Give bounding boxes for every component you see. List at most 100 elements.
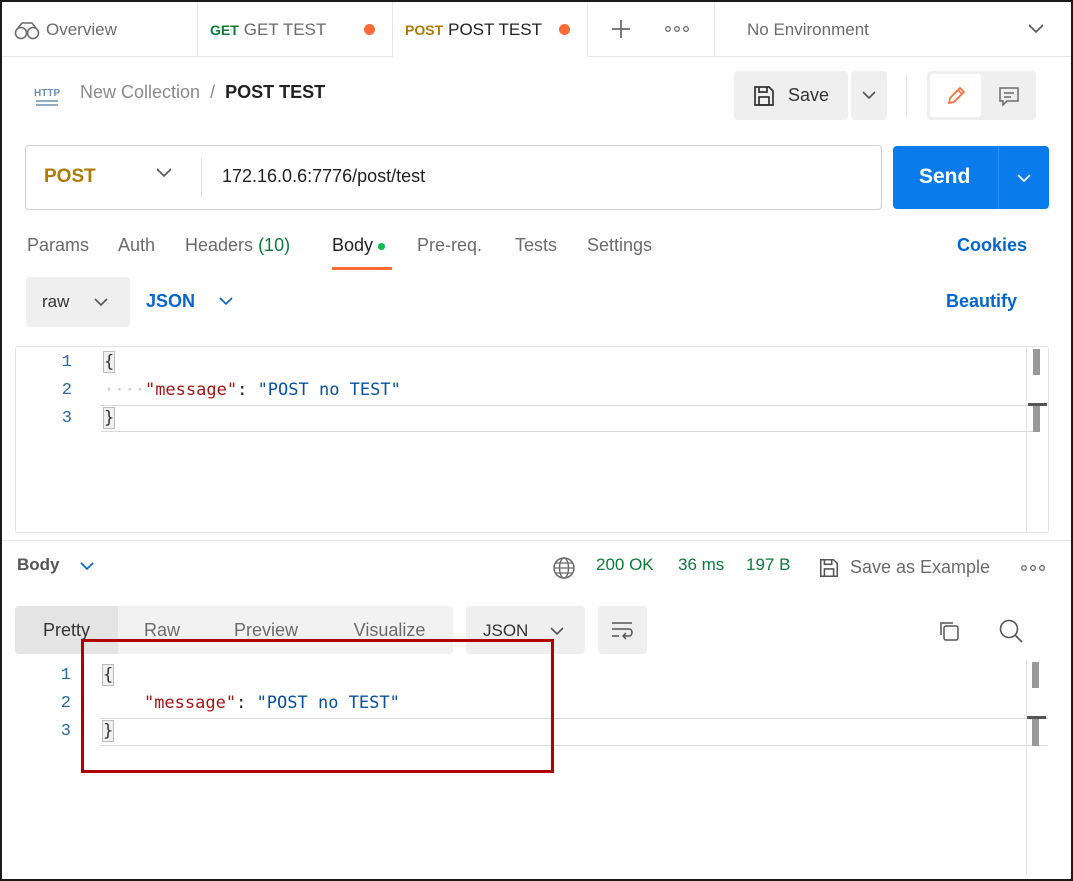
save-icon [754,85,774,106]
environment-selector[interactable]: No Environment [715,2,1071,57]
editor-scroll-divider [1026,347,1027,532]
method-selector[interactable]: POST [44,166,96,188]
pencil-icon [947,86,965,104]
line-number: 3 [61,409,72,428]
body-indicator-dot [378,242,386,250]
comment-icon [999,86,1019,107]
panel-divider [2,540,1071,541]
edit-mode-button[interactable] [930,74,981,117]
tab-body[interactable]: Body [332,235,386,256]
response-body-label: Body [17,555,60,574]
beautify-button[interactable]: Beautify [946,291,1017,312]
json-value: "POST no TEST" [257,380,401,400]
tab-params[interactable]: Params [27,235,89,256]
chevron-down-icon [1028,24,1044,34]
comments-button[interactable] [985,74,1033,117]
scroll-cursor-marker [1028,403,1047,406]
view-toggle [927,71,1036,120]
send-button[interactable]: Send [893,146,1049,209]
save-as-example-button[interactable]: Save as Example [850,557,990,578]
response-time[interactable]: 36 ms [678,555,724,575]
body-language-select[interactable]: JSON [146,291,233,312]
code-line-3: } [102,407,116,429]
wrap-lines-icon [612,622,633,640]
save-options-button[interactable] [851,71,887,120]
more-icon[interactable] [665,25,689,33]
http-icon: HTTP [34,88,60,106]
plus-icon[interactable] [610,18,632,40]
chevron-down-icon [862,91,876,100]
chevron-down-icon [94,298,108,307]
request-body-editor[interactable]: 1 2 3 { ····"message": "POST no TEST" } [15,346,1049,533]
tab-post-label: POST TEST [448,19,542,39]
bracket-open: { [102,351,116,373]
tab-settings[interactable]: Settings [587,235,652,256]
search-icon[interactable] [998,618,1024,644]
whitespace-dots: ···· [104,380,145,400]
tab-headers-label: Headers [185,235,254,255]
active-tab-underline [332,267,392,270]
tab-tests[interactable]: Tests [515,235,557,256]
body-mode-label: raw [42,292,70,311]
current-line-highlight [101,405,1034,432]
chevron-down-icon[interactable] [156,168,172,178]
line-number: 2 [61,381,72,400]
url-divider [201,158,202,198]
send-button-label: Send [919,165,971,188]
environment-label: No Environment [747,19,869,39]
http-badge-text: HTTP [34,88,60,99]
json-colon: : [237,380,258,400]
save-button-label: Save [788,85,830,105]
line-number: 3 [60,722,71,741]
wrap-lines-button[interactable] [598,606,647,654]
toolbar-divider [906,75,907,117]
code-line-2: ····"message": "POST no TEST" [104,380,401,400]
tab-overview[interactable]: Overview [2,2,198,57]
save-button[interactable]: Save [734,71,848,120]
response-section-selector[interactable]: Body [17,555,94,575]
line-number: 1 [61,353,72,372]
scrollbar-thumb[interactable] [1032,662,1039,688]
tab-post-test[interactable]: POST POST TEST [393,2,588,57]
breadcrumb-separator: / [210,82,216,102]
tab-prereq[interactable]: Pre-req. [417,235,482,256]
chevron-down-icon [550,627,564,636]
chevron-down-icon [219,297,233,306]
line-number: 2 [60,694,71,713]
tab-actions [588,2,715,57]
more-icon[interactable] [1021,564,1045,572]
scrollbar-thumb[interactable] [1033,349,1040,375]
tab-auth[interactable]: Auth [118,235,155,256]
copy-icon[interactable] [937,619,961,643]
viewer-scroll-divider [1026,660,1027,875]
save-icon [819,558,839,578]
response-format-label: JSON [483,621,529,640]
cookies-link[interactable]: Cookies [957,235,1027,256]
scrollbar-marker [1033,405,1040,432]
url-input[interactable]: 172.16.0.6:7776/post/test [222,166,425,187]
tab-overview-label: Overview [46,19,117,39]
unsaved-dot-icon [364,24,375,35]
tab-get-test[interactable]: GET GET TEST [198,2,393,57]
breadcrumb: New Collection / POST TEST [80,82,325,103]
breadcrumb-parent[interactable]: New Collection [80,82,200,103]
send-split-divider [998,146,999,209]
chevron-down-icon[interactable] [1017,174,1031,183]
globe-icon[interactable] [552,556,576,580]
tab-post-method: POST [405,21,444,38]
headers-count: (10) [258,235,291,255]
json-key: "message" [144,380,238,400]
tab-get-method: GET [210,21,239,38]
page-title[interactable]: POST TEST [225,82,325,103]
chevron-down-icon [80,562,94,571]
tab-bar: Overview GET GET TEST POST POST TEST No … [2,2,1071,57]
scroll-cursor-marker [1027,716,1046,719]
scrollbar-marker [1032,718,1039,746]
overview-icon [14,21,40,39]
status-code[interactable]: 200 OK [596,555,654,575]
tab-body-label: Body [332,235,374,255]
response-size[interactable]: 197 B [746,555,790,575]
body-mode-select[interactable]: raw [26,277,130,327]
bracket-close: } [102,407,116,429]
tab-headers[interactable]: Headers (10) [185,235,290,256]
